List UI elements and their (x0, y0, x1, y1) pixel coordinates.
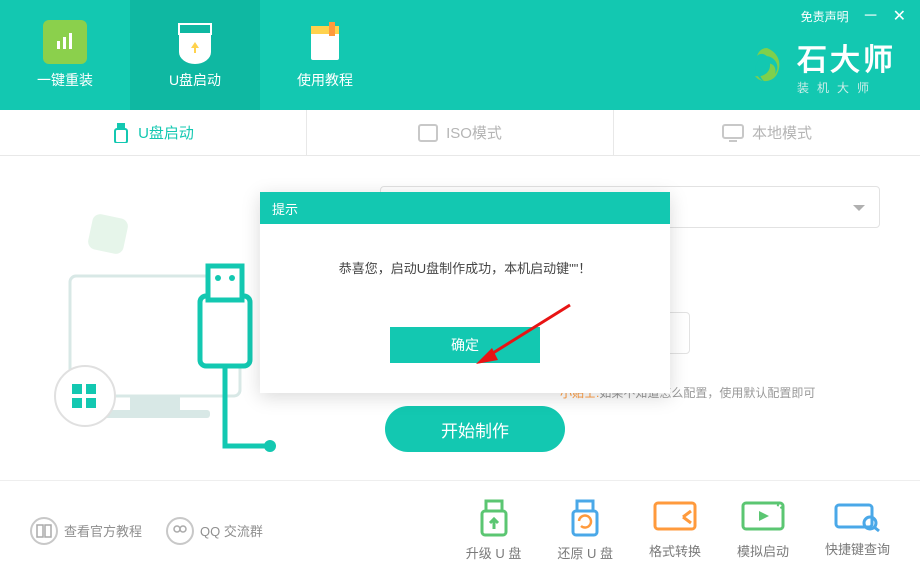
ok-label: 确定 (451, 335, 479, 355)
modal-overlay: 提示 恭喜您，启动U盘制作成功，本机启动键""！ 确定 (0, 0, 920, 580)
dialog-body: 恭喜您，启动U盘制作成功，本机启动键""！ 确定 (260, 224, 670, 393)
success-dialog: 提示 恭喜您，启动U盘制作成功，本机启动键""！ 确定 (260, 192, 670, 393)
dialog-title: 提示 (260, 192, 670, 224)
dialog-message: 恭喜您，启动U盘制作成功，本机启动键""！ (280, 258, 650, 277)
dialog-ok-button[interactable]: 确定 (390, 327, 540, 363)
